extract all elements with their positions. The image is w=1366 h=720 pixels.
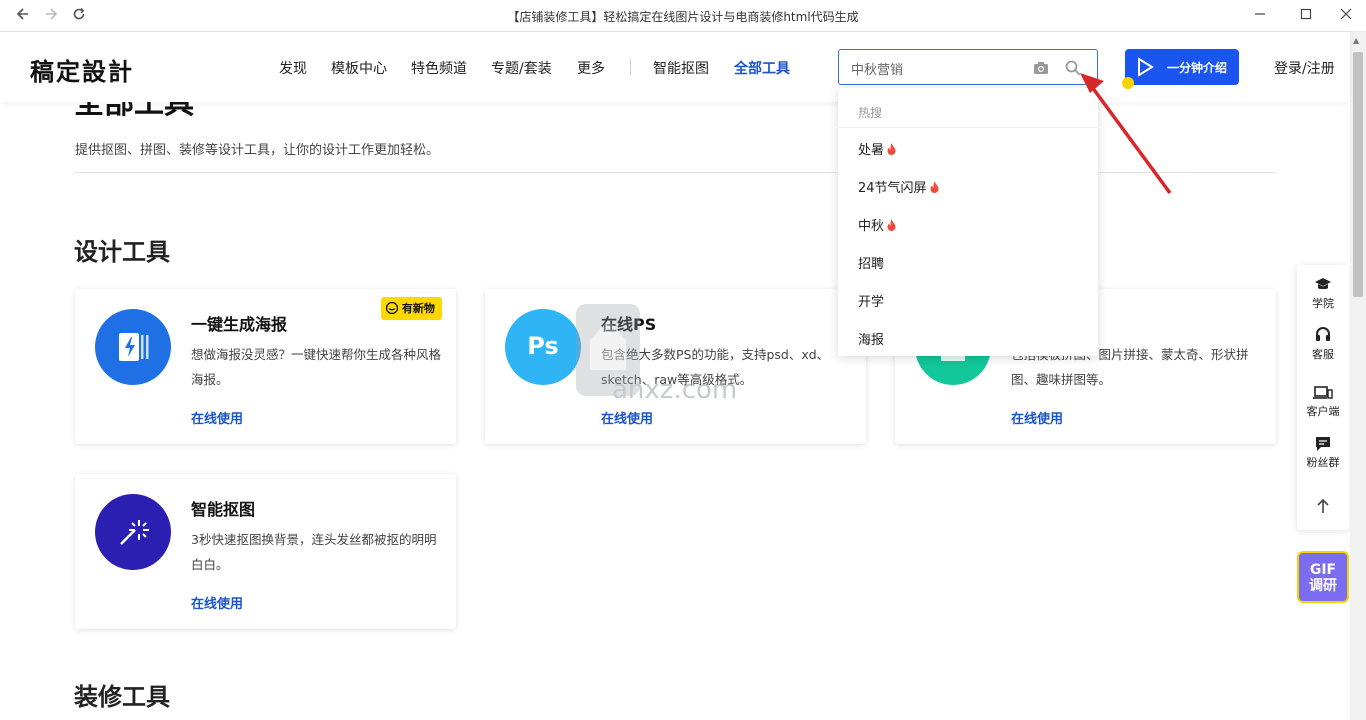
poster-tool-icon [95, 309, 171, 385]
scrollbar[interactable]: ▲ [1350, 32, 1366, 720]
back-to-top-button[interactable] [1297, 498, 1349, 516]
tool-card-cutout[interactable]: 智能抠图 3秒快速抠图换背景，连头发丝都被抠的明明白白。 在线使用 [75, 474, 456, 629]
minimize-icon[interactable] [1245, 4, 1275, 28]
divider [838, 127, 1098, 128]
suggestion-item[interactable]: 海报 [858, 329, 884, 348]
card-description: 想做海报没灵感？一键快速帮你生成各种风格海报。 [191, 347, 442, 387]
section-title-decor: 装修工具 [74, 683, 170, 711]
magic-wand-icon [95, 494, 171, 570]
suggestion-item[interactable]: 开学 [858, 291, 884, 310]
login-link[interactable]: 登录/注册 [1274, 58, 1335, 78]
ps-icon-text: Ps [527, 332, 559, 360]
camera-icon[interactable] [1032, 59, 1050, 77]
nav-more[interactable]: 更多 [577, 58, 605, 78]
card-title: 智能抠图 [191, 500, 256, 519]
section-title-design: 设计工具 [74, 238, 170, 266]
card-description: 3秒快速抠图换背景，连头发丝都被抠的明明白白。 [191, 532, 437, 572]
nav-templates[interactable]: 模板中心 [331, 58, 387, 78]
scrollbar-thumb[interactable] [1353, 52, 1363, 297]
sidebar-item-label: 粉丝群 [1306, 456, 1340, 469]
suggestion-item[interactable]: 24节气闪屏 [858, 177, 939, 196]
fire-icon [887, 143, 896, 155]
use-online-link[interactable]: 在线使用 [1011, 408, 1063, 427]
sidebar-item-label: 客服 [1312, 348, 1334, 361]
nav-featured[interactable]: 特色频道 [411, 58, 467, 78]
suggestion-label: 24节气闪屏 [858, 181, 927, 196]
suggestion-label: 处暑 [858, 143, 885, 158]
nav-all-tools[interactable]: 全部工具 [734, 58, 790, 78]
nav-divider [630, 59, 631, 75]
fire-icon [930, 181, 939, 193]
use-online-link[interactable]: 在线使用 [191, 593, 243, 612]
suggestion-item[interactable]: 中秋 [858, 215, 896, 234]
page-description: 提供抠图、拼图、装修等设计工具，让你的设计工作更加轻松。 [75, 143, 440, 158]
new-badge: 有新物 [381, 297, 442, 320]
use-online-link[interactable]: 在线使用 [191, 408, 243, 427]
scroll-up-icon[interactable]: ▲ [1353, 36, 1359, 45]
sidebar-item-client[interactable]: 客户端 [1297, 385, 1349, 419]
use-online-link[interactable]: 在线使用 [601, 408, 653, 427]
graduation-cap-icon [1315, 278, 1331, 290]
sidebar-item-label: 客户端 [1306, 405, 1340, 418]
ps-tool-icon: Ps [505, 309, 581, 385]
nav-topics[interactable]: 专题/套装 [491, 58, 552, 78]
gif-badge-title: GIF [1309, 562, 1337, 578]
gif-survey-badge[interactable]: GIF 调研 [1297, 551, 1349, 603]
search-input[interactable] [851, 58, 1031, 78]
annotation-arrow [1080, 73, 1172, 195]
maximize-icon[interactable] [1291, 4, 1321, 28]
sidebar-item-fan-group[interactable]: 粉丝群 [1297, 436, 1349, 470]
card-title: 一键生成海报 [191, 315, 288, 334]
sidebar-item-support[interactable]: 客服 [1297, 326, 1349, 362]
smile-icon [385, 301, 399, 315]
gif-badge-subtitle: 调研 [1309, 578, 1337, 594]
sidebar-item-academy[interactable]: 学院 [1297, 277, 1349, 311]
window-title: 【店铺装修工具】轻松搞定在线图片设计与电商装修html代码生成 [507, 10, 859, 24]
floating-sidebar: 学院 客服 客户端 粉丝群 [1297, 265, 1349, 530]
fire-icon [887, 219, 896, 231]
close-icon[interactable] [1331, 4, 1361, 28]
site-watermark: anxz.com [576, 304, 737, 400]
sidebar-item-label: 学院 [1312, 297, 1334, 310]
arrow-up-icon [1317, 498, 1329, 513]
site-logo[interactable]: 稿定設計 [30, 52, 134, 87]
tool-card-poster[interactable]: 一键生成海报 想做海报没灵感？一键快速帮你生成各种风格海报。 在线使用 有新物 [75, 289, 456, 444]
suggestion-item[interactable]: 招聘 [858, 253, 884, 272]
suggestion-item[interactable]: 处暑 [858, 139, 896, 158]
suggestion-label: 中秋 [858, 219, 885, 234]
window-titlebar: 【店铺装修工具】轻松搞定在线图片设计与电商装修html代码生成 [0, 0, 1366, 32]
hot-search-heading: 热搜 [858, 106, 883, 120]
nav-discover[interactable]: 发现 [279, 58, 307, 78]
headset-icon [1316, 327, 1330, 341]
watermark-text: anxz.com [612, 375, 737, 400]
devices-icon [1313, 386, 1333, 399]
chat-icon [1316, 437, 1330, 451]
new-badge-label: 有新物 [401, 302, 435, 315]
search-suggestions-dropdown: 热搜 处暑 24节气闪屏 中秋 招聘 开学 海报 [838, 88, 1098, 356]
search-box[interactable] [838, 49, 1098, 85]
nav-smart-cutout[interactable]: 智能抠图 [653, 58, 709, 78]
